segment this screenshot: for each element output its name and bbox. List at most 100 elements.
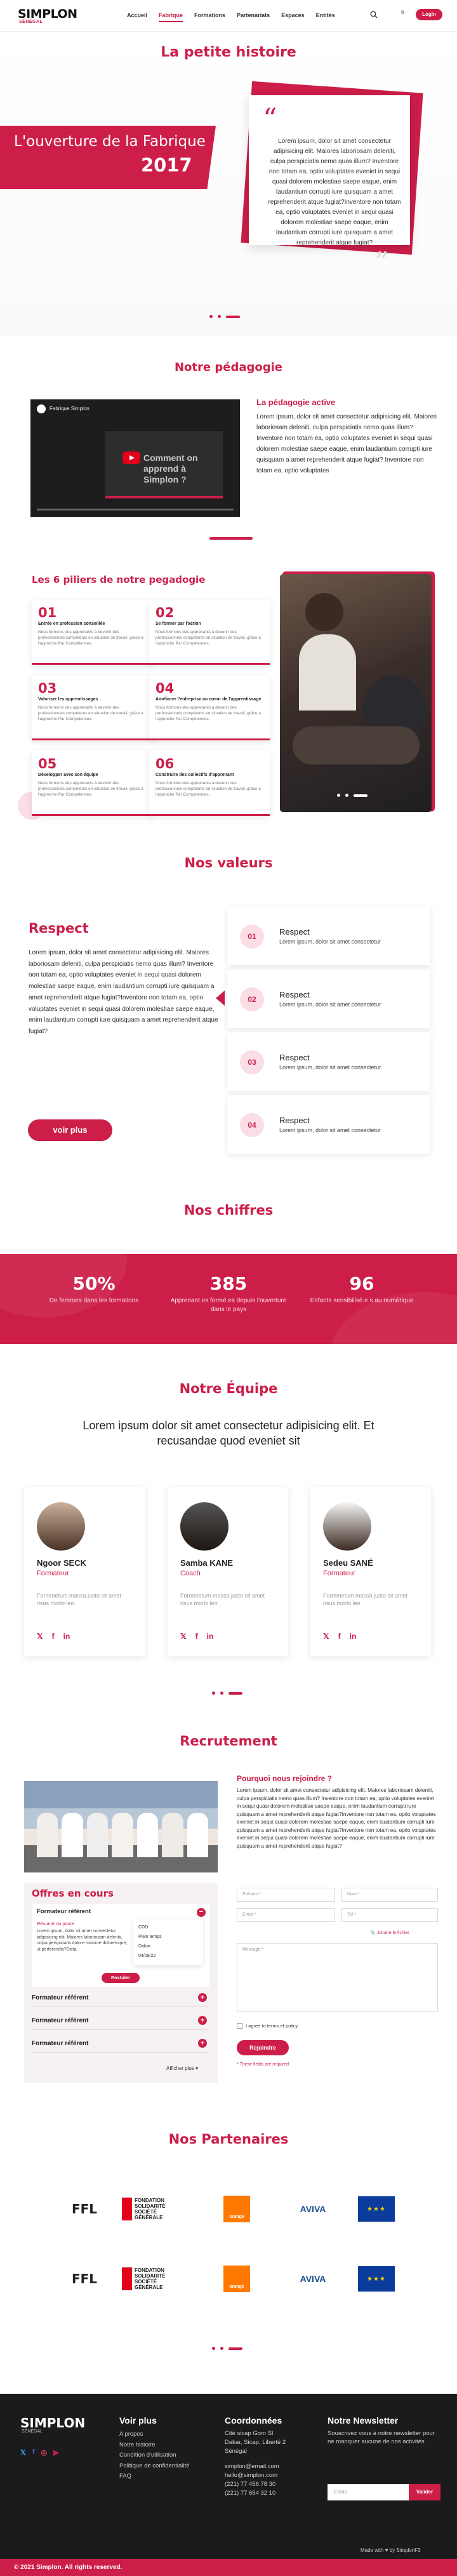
carousel-dot-active[interactable]	[354, 794, 368, 797]
nav-entites[interactable]: Entités	[316, 12, 335, 22]
lastname-input[interactable]: Nom *	[341, 1888, 438, 1902]
partner-logo-ffl[interactable]: FFL	[56, 2264, 113, 2293]
offer-row[interactable]: Formateur référent +	[32, 2015, 209, 2030]
footer-link[interactable]: Notre histoire	[119, 2440, 189, 2451]
newsletter-email-input[interactable]: Email	[328, 2484, 409, 2500]
contact-email[interactable]: simplon@email.com	[225, 2462, 286, 2471]
carousel-dot[interactable]	[212, 2347, 215, 2350]
carousel-dot[interactable]	[212, 1692, 215, 1695]
footer-link[interactable]: A propos	[119, 2429, 189, 2440]
linkedin-icon[interactable]: in	[350, 1632, 357, 1641]
offer-row[interactable]: Formateur référent +	[32, 2038, 209, 2053]
search-icon[interactable]	[370, 11, 378, 18]
offer-meta-box: CDD Plein temps Dakar 04/09/22	[133, 1919, 203, 1965]
see-more-button[interactable]: voir plus	[28, 1119, 112, 1141]
offers-title: Offres en cours	[32, 1888, 114, 1899]
carousel-dot[interactable]	[220, 2347, 223, 2350]
play-icon[interactable]	[123, 451, 140, 464]
carousel-dot-active[interactable]	[228, 2347, 242, 2350]
value-card[interactable]: 03 Respect Lorem ipsum, dolor sit amet con…	[227, 1032, 430, 1091]
message-textarea[interactable]: Message *	[237, 1943, 438, 2012]
offer-title[interactable]: Formateur référent	[37, 1908, 91, 1915]
partner-logo-aviva[interactable]: AVIVA	[284, 2264, 341, 2293]
value-card[interactable]: 04 Respect Lorem ipsum, dolor sit amet con…	[227, 1095, 430, 1154]
collapse-icon[interactable]: −	[197, 1908, 206, 1917]
terms-checkbox[interactable]	[237, 2023, 242, 2029]
member-role: Coach	[180, 1570, 201, 1577]
twitter-icon[interactable]: 𝕏	[323, 1632, 329, 1641]
partner-logo-eu[interactable]: ★★★	[348, 2264, 405, 2293]
twitter-icon[interactable]: 𝕏	[37, 1632, 43, 1641]
simplon-logo[interactable]: SIMPLON	[18, 7, 77, 21]
show-more-link[interactable]: Afficher plus ▾	[166, 2065, 198, 2071]
carousel-dot-active[interactable]	[228, 1692, 242, 1695]
facebook-icon[interactable]: f	[32, 2448, 35, 2457]
video-player[interactable]: Fabrique Simplon Comment on apprend à Si…	[30, 399, 240, 517]
nav-fabrique[interactable]: Fabrique	[159, 12, 183, 22]
hands-together	[293, 726, 420, 764]
linkedin-icon[interactable]: in	[63, 1632, 70, 1641]
expand-icon[interactable]: +	[198, 2016, 207, 2025]
carousel-dot[interactable]	[345, 794, 348, 797]
aviva-logo-text: AVIVA	[300, 2204, 326, 2214]
instagram-icon[interactable]: ◎	[41, 2448, 48, 2457]
footer-logo[interactable]: SIMPLON	[20, 2415, 85, 2431]
footer-link[interactable]: Condition d'utilisation	[119, 2450, 189, 2461]
pillar-card: 05 Développer avec son équipe Nous formons…	[32, 751, 152, 816]
linkedin-icon[interactable]: in	[207, 1632, 214, 1641]
phone-input[interactable]: Tel *	[341, 1908, 438, 1922]
nav-partenariats[interactable]: Partenariats	[237, 12, 270, 22]
partner-logo-fondation-sg[interactable]: FONDATION SOLIDARITÉ SOCIÉTÉ GÉNÉRALE	[122, 2264, 179, 2293]
apply-button[interactable]: Postuler	[102, 1973, 140, 1983]
firstname-input[interactable]: Prénom *	[237, 1888, 335, 1902]
nav-accueil[interactable]: Accueil	[127, 12, 147, 22]
partner-logo-fondation-sg[interactable]: FONDATION SOLIDARITÉ SOCIÉTÉ GÉNÉRALE	[122, 2194, 179, 2224]
email-input[interactable]: Email *	[237, 1908, 335, 1922]
partner-logo-eu[interactable]: ★★★	[348, 2194, 405, 2224]
twitter-icon[interactable]: 𝕏	[180, 1632, 187, 1641]
join-submit-button[interactable]: Rejoindre	[237, 2040, 289, 2055]
video-progress-bar[interactable]	[37, 509, 234, 511]
newsletter-submit-button[interactable]: Valider	[409, 2484, 440, 2500]
partner-logo-aviva[interactable]: AVIVA	[284, 2194, 341, 2224]
partner-logo-orange[interactable]: orange	[208, 2194, 265, 2224]
partners-carousel-dots[interactable]	[212, 2347, 242, 2350]
team-carousel-dots[interactable]	[212, 1692, 242, 1695]
facebook-icon[interactable]: f	[338, 1632, 341, 1641]
partner-logo-orange[interactable]: orange	[208, 2264, 265, 2293]
pillar-number: 05	[38, 756, 57, 771]
carousel-dot-active[interactable]	[226, 315, 240, 318]
person	[136, 1813, 159, 1857]
attach-file-link[interactable]: 📎 Joindre le fichier	[370, 1930, 409, 1935]
contact-email[interactable]: hello@simplon.com	[225, 2471, 286, 2480]
nav-espaces[interactable]: Espaces	[281, 12, 305, 22]
value-card[interactable]: 01 Respect Lorem ipsum, dolor sit amet con…	[227, 907, 430, 965]
login-button[interactable]: Login	[416, 9, 442, 20]
contact-phone[interactable]: (221) 77 654 32 10	[225, 2489, 286, 2498]
contact-phone[interactable]: (221) 77 456 78 30	[225, 2480, 286, 2489]
youtube-icon[interactable]: ▶	[53, 2448, 58, 2457]
member-role: Formateur	[323, 1570, 355, 1577]
partner-logo-ffl[interactable]: FFL	[56, 2194, 113, 2224]
twitter-icon[interactable]: 𝕏	[20, 2448, 26, 2457]
member-photo	[323, 1502, 371, 1551]
carousel-dot[interactable]	[337, 794, 340, 797]
nav-formations[interactable]: Formations	[194, 12, 225, 22]
facebook-icon[interactable]: f	[52, 1632, 55, 1641]
pedagogy-title: Notre pédagogie	[174, 361, 283, 374]
carousel-dot[interactable]	[209, 315, 213, 318]
language-select[interactable]: fr	[401, 10, 404, 15]
expand-icon[interactable]: +	[198, 2039, 207, 2048]
fsg-logo-text: FONDATION SOLIDARITÉ SOCIÉTÉ GÉNÉRALE	[122, 2198, 179, 2220]
value-card[interactable]: 02 Respect Lorem ipsum, dolor sit amet con…	[227, 970, 430, 1028]
footer-link[interactable]: Politique de confidentialité	[119, 2461, 189, 2472]
facebook-icon[interactable]: f	[195, 1632, 198, 1641]
carousel-dot[interactable]	[218, 315, 221, 318]
carousel-dot[interactable]	[220, 1692, 223, 1695]
partners-title: Nos Partenaires	[168, 2132, 289, 2147]
footer-col-title: Voir plus	[119, 2415, 157, 2426]
history-carousel-dots[interactable]	[209, 315, 240, 318]
footer-link[interactable]: FAQ	[119, 2471, 189, 2482]
expand-icon[interactable]: +	[198, 1993, 207, 2002]
offer-row[interactable]: Formateur référent +	[32, 1992, 209, 2007]
